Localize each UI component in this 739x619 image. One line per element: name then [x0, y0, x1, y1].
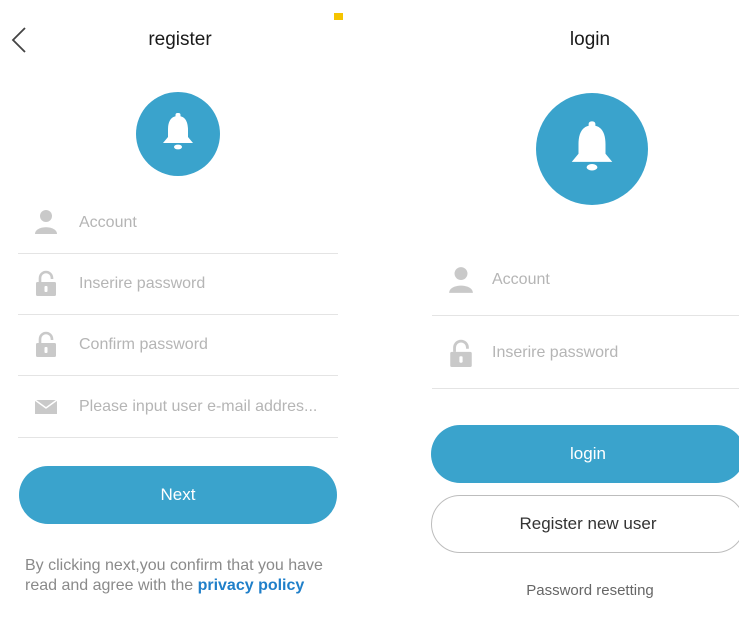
email-field	[18, 376, 338, 438]
password-input[interactable]	[492, 342, 732, 364]
status-indicator	[334, 13, 343, 20]
chevron-left-icon[interactable]	[8, 26, 32, 54]
bell-icon	[159, 112, 197, 157]
app-logo	[536, 93, 648, 205]
account-field	[18, 192, 338, 254]
login-screen: login login Register new user Password r…	[420, 0, 739, 619]
lock-icon	[34, 331, 58, 357]
email-input[interactable]	[79, 396, 337, 418]
confirm-password-input[interactable]	[79, 334, 337, 356]
password-input[interactable]	[79, 273, 337, 295]
user-icon	[34, 209, 58, 235]
user-icon	[448, 266, 474, 294]
password-field	[18, 253, 338, 315]
privacy-policy-link[interactable]: privacy policy	[198, 577, 305, 594]
page-title: register	[148, 29, 212, 50]
app-logo	[136, 92, 220, 176]
password-reset-link[interactable]: Password resetting	[440, 582, 739, 599]
lock-icon	[448, 339, 474, 367]
page-title: login	[569, 29, 611, 50]
account-field	[432, 243, 739, 316]
next-button[interactable]: Next	[19, 466, 337, 524]
privacy-notice: By clicking next,you confirm that you ha…	[25, 556, 337, 596]
password-field	[432, 316, 739, 389]
register-new-user-button[interactable]: Register new user	[431, 495, 739, 553]
register-screen: register Next	[0, 0, 350, 619]
account-input[interactable]	[492, 269, 732, 291]
lock-icon	[34, 270, 58, 296]
bell-icon	[566, 120, 618, 179]
login-button[interactable]: login	[431, 425, 739, 483]
account-input[interactable]	[79, 212, 337, 234]
confirm-password-field	[18, 314, 338, 376]
envelope-icon	[34, 393, 58, 419]
